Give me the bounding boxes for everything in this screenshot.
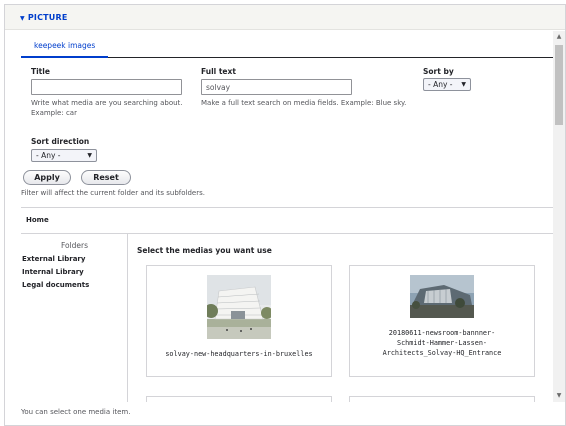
media-caption: Architects_Solvay-HQ_Entrance (382, 349, 502, 357)
sort-by-select[interactable]: - Any - ▼ (423, 78, 471, 91)
title-input[interactable] (31, 79, 182, 95)
media-thumbnail[interactable] (410, 275, 474, 318)
media-heading: Select the medias you want use (137, 246, 272, 255)
caret-down-icon: ▼ (461, 81, 466, 88)
scrollbar-thumb[interactable] (555, 45, 563, 125)
media-card[interactable] (349, 396, 535, 402)
folder-item-internal-library[interactable]: Internal Library (22, 268, 84, 276)
sort-by-selected: - Any - (428, 80, 453, 89)
title-description-line2: Example: car (31, 109, 77, 117)
section-title-label: PICTURE (27, 13, 68, 22)
full-text-description: Make a full text search on media fields.… (201, 99, 407, 107)
caret-down-icon: ▼ (87, 152, 92, 159)
folders-heading: Folders (60, 241, 89, 250)
media-thumbnail[interactable] (207, 275, 271, 339)
filter-note: Filter will affect the current folder an… (21, 189, 205, 197)
media-card[interactable]: 20180611-newsroom-bannner- Schmidt-Hamme… (349, 265, 535, 377)
sort-direction-selected: - Any - (36, 151, 61, 160)
tab-keepeek-images[interactable]: keepeek images (21, 35, 109, 58)
divider (21, 207, 553, 208)
sort-direction-select[interactable]: - Any - ▼ (31, 149, 97, 162)
media-card[interactable] (146, 396, 332, 402)
breadcrumb-home[interactable]: Home (26, 216, 49, 224)
tabs: keepeek images (21, 35, 553, 58)
media-caption: Schmidt-Hammer-Lassen- (396, 339, 488, 347)
selection-hint: You can select one media item. (21, 408, 131, 416)
title-description-line1: Write what media are you searching about… (31, 99, 183, 107)
vertical-scrollbar[interactable]: ▲ ▼ (553, 31, 565, 402)
folder-item-legal-documents[interactable]: Legal documents (22, 281, 89, 289)
scroll-down-icon[interactable]: ▼ (553, 390, 565, 402)
section-header[interactable]: ▼ PICTURE (5, 5, 565, 30)
media-card[interactable]: solvay-new-headquarters-in-bruxelles (146, 265, 332, 377)
media-caption: solvay-new-headquarters-in-bruxelles (165, 350, 313, 358)
reset-button[interactable]: Reset (81, 170, 131, 185)
folder-item-external-library[interactable]: External Library (22, 255, 85, 263)
apply-button[interactable]: Apply (23, 170, 71, 185)
sort-by-label: Sort by (423, 67, 454, 76)
scroll-up-icon[interactable]: ▲ (553, 31, 565, 43)
full-text-input[interactable] (201, 79, 352, 95)
picture-field-frame: ▼ PICTURE keepeek images Title Write what… (4, 4, 566, 426)
title-label: Title (31, 67, 50, 76)
triangle-down-icon: ▼ (20, 15, 25, 22)
section-title[interactable]: ▼ PICTURE (20, 13, 68, 22)
media-browser: keepeek images Title Write what media ar… (5, 31, 553, 402)
sort-direction-label: Sort direction (31, 137, 90, 146)
media-caption: 20180611-newsroom-bannner- (388, 329, 496, 337)
full-text-label: Full text (201, 67, 236, 76)
folders-panel: Folders External Library Internal Librar… (21, 234, 128, 402)
